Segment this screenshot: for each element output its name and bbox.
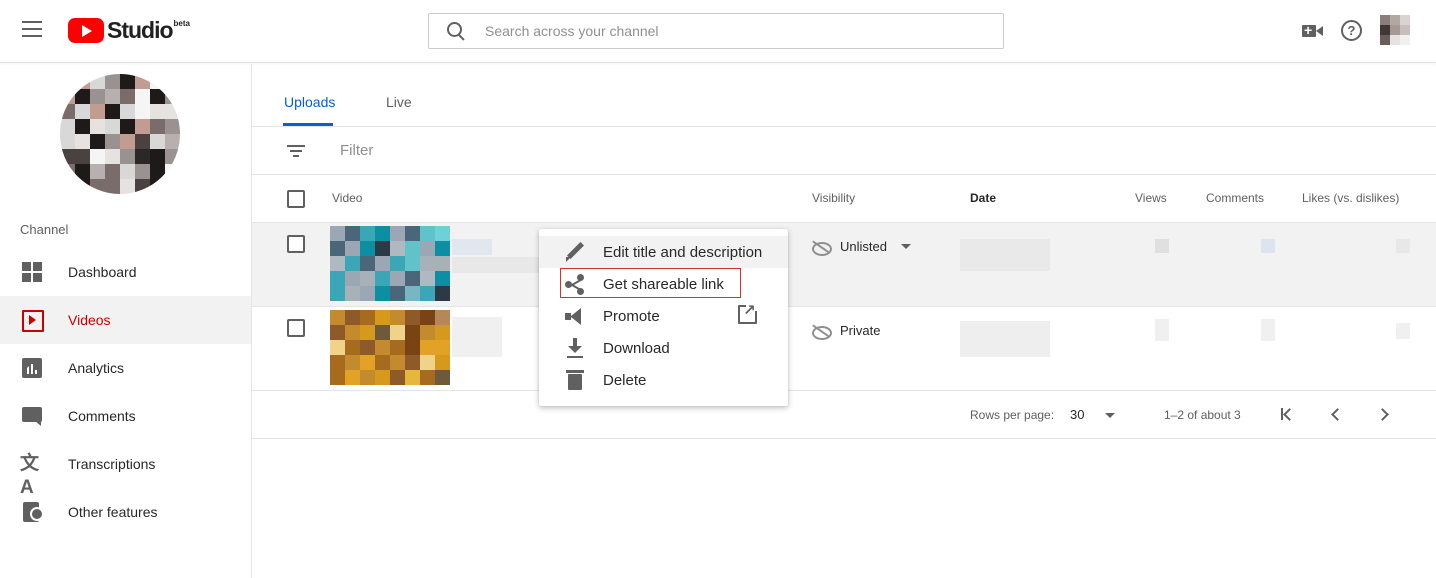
- row-checkbox[interactable]: [287, 235, 305, 253]
- video-thumbnail[interactable]: [330, 226, 450, 301]
- sidebar-item-label: Videos: [68, 312, 111, 328]
- sidebar-item-dashboard[interactable]: Dashboard: [0, 248, 251, 296]
- comments-redacted: [1261, 239, 1275, 253]
- menu-item-promote[interactable]: Promote: [539, 300, 788, 332]
- other-features-icon: [20, 500, 44, 524]
- likes-redacted: [1396, 323, 1410, 339]
- active-tab-indicator: [283, 123, 333, 126]
- column-header-date[interactable]: Date: [970, 191, 996, 205]
- youtube-play-icon: [68, 18, 104, 43]
- search-icon[interactable]: [445, 20, 467, 42]
- views-redacted: [1155, 319, 1169, 341]
- video-title-redacted[interactable]: [452, 239, 492, 255]
- sidebar-item-label: Transcriptions: [68, 456, 156, 472]
- rows-per-page-select[interactable]: 30: [1070, 407, 1084, 422]
- video-thumbnail[interactable]: [330, 310, 450, 385]
- logo-beta-badge: beta: [173, 19, 190, 28]
- row-checkbox[interactable]: [287, 319, 305, 337]
- search-box[interactable]: [428, 13, 1004, 49]
- visibility-dropdown-icon[interactable]: [900, 244, 911, 249]
- pencil-icon: [563, 240, 587, 264]
- visibility-cell[interactable]: Unlisted: [812, 239, 911, 256]
- megaphone-icon: [563, 304, 587, 328]
- filter-bar: Filter: [252, 127, 1436, 175]
- menu-item-label: Promote: [603, 307, 660, 325]
- filter-input[interactable]: Filter: [340, 142, 373, 159]
- analytics-icon: [20, 356, 44, 380]
- tab-bar: Uploads Live: [252, 64, 1436, 127]
- sidebar-item-analytics[interactable]: Analytics: [0, 344, 251, 392]
- menu-item-edit-title[interactable]: Edit title and description: [539, 236, 788, 268]
- column-header-views[interactable]: Views: [1135, 191, 1167, 205]
- table-row[interactable]: Unlisted: [252, 223, 1436, 307]
- date-redacted: [960, 321, 1050, 357]
- sidebar-item-label: Comments: [68, 408, 136, 424]
- private-eye-icon: [812, 324, 832, 340]
- menu-item-label: Download: [603, 339, 670, 357]
- tab-uploads[interactable]: Uploads: [284, 94, 335, 110]
- tab-live[interactable]: Live: [386, 94, 412, 110]
- menu-item-label: Delete: [603, 371, 647, 389]
- translate-icon: 文A: [20, 453, 40, 498]
- sidebar-item-label: Other features: [68, 504, 158, 520]
- column-header-video[interactable]: Video: [332, 191, 362, 205]
- filter-icon[interactable]: [287, 145, 305, 157]
- visibility-value: Unlisted: [840, 239, 887, 254]
- rows-per-page-dropdown-icon[interactable]: [1105, 413, 1115, 418]
- table-row[interactable]: Private: [252, 307, 1436, 391]
- video-title-redacted[interactable]: [452, 317, 502, 357]
- column-header-visibility[interactable]: Visibility: [812, 191, 855, 205]
- rows-per-page-label: Rows per page:: [970, 408, 1055, 422]
- first-page-icon[interactable]: [1280, 406, 1296, 422]
- visibility-cell[interactable]: Private: [812, 323, 881, 340]
- dashboard-icon: [20, 260, 44, 284]
- download-icon: [563, 336, 587, 360]
- sidebar-nav: Dashboard Videos Analytics Comments 文A T…: [0, 248, 251, 536]
- menu-item-get-shareable-link[interactable]: Get shareable link: [539, 268, 788, 300]
- views-redacted: [1155, 239, 1169, 253]
- comments-redacted: [1261, 319, 1275, 341]
- sidebar-item-comments[interactable]: Comments: [0, 392, 251, 440]
- pagination-range: 1–2 of about 3: [1164, 408, 1241, 422]
- table-header: Video Visibility Date Views Comments Lik…: [252, 175, 1436, 223]
- create-video-icon[interactable]: [1302, 22, 1324, 40]
- column-header-likes[interactable]: Likes (vs. dislikes): [1302, 191, 1399, 205]
- sidebar-item-other-features[interactable]: Other features: [0, 488, 251, 536]
- menu-item-delete[interactable]: Delete: [539, 364, 788, 396]
- sidebar-item-label: Analytics: [68, 360, 125, 376]
- likes-redacted: [1396, 239, 1410, 253]
- sidebar-section-label: Channel: [20, 222, 69, 237]
- unlisted-eye-icon: [812, 240, 832, 256]
- studio-logo[interactable]: Studio beta: [68, 18, 190, 44]
- sidebar-item-label: Dashboard: [68, 264, 137, 280]
- open-external-icon[interactable]: [738, 301, 758, 324]
- menu-icon[interactable]: [22, 21, 42, 37]
- select-all-checkbox[interactable]: [287, 190, 305, 208]
- column-header-comments[interactable]: Comments: [1206, 191, 1264, 205]
- menu-item-label: Get shareable link: [603, 275, 724, 293]
- comments-icon: [20, 404, 44, 428]
- video-description-redacted: [452, 257, 542, 273]
- sidebar-item-videos[interactable]: Videos: [0, 296, 251, 344]
- channel-avatar[interactable]: [60, 74, 180, 194]
- date-redacted: [960, 239, 1050, 271]
- next-page-icon[interactable]: [1376, 406, 1392, 422]
- menu-item-label: Edit title and description: [603, 243, 763, 261]
- main-content: Uploads Live Filter Video Visibility Dat…: [252, 64, 1436, 578]
- trash-icon: [563, 368, 587, 392]
- account-avatar[interactable]: [1380, 15, 1410, 45]
- visibility-value: Private: [840, 323, 881, 338]
- previous-page-icon[interactable]: [1328, 406, 1344, 422]
- top-app-bar: Studio beta ?: [0, 0, 1436, 63]
- menu-item-download[interactable]: Download: [539, 332, 788, 364]
- logo-text: Studio: [107, 17, 174, 43]
- share-icon: [563, 272, 587, 296]
- help-icon[interactable]: ?: [1341, 20, 1362, 41]
- sidebar: Channel Dashboard Videos Analytics Comme…: [0, 64, 252, 578]
- sidebar-item-transcriptions[interactable]: 文A Transcriptions: [0, 440, 251, 498]
- search-input[interactable]: [485, 23, 965, 39]
- videos-icon: [20, 308, 44, 332]
- video-options-menu: Edit title and description Get shareable…: [539, 229, 788, 406]
- pagination-bar: Rows per page: 30 1–2 of about 3: [252, 391, 1436, 439]
